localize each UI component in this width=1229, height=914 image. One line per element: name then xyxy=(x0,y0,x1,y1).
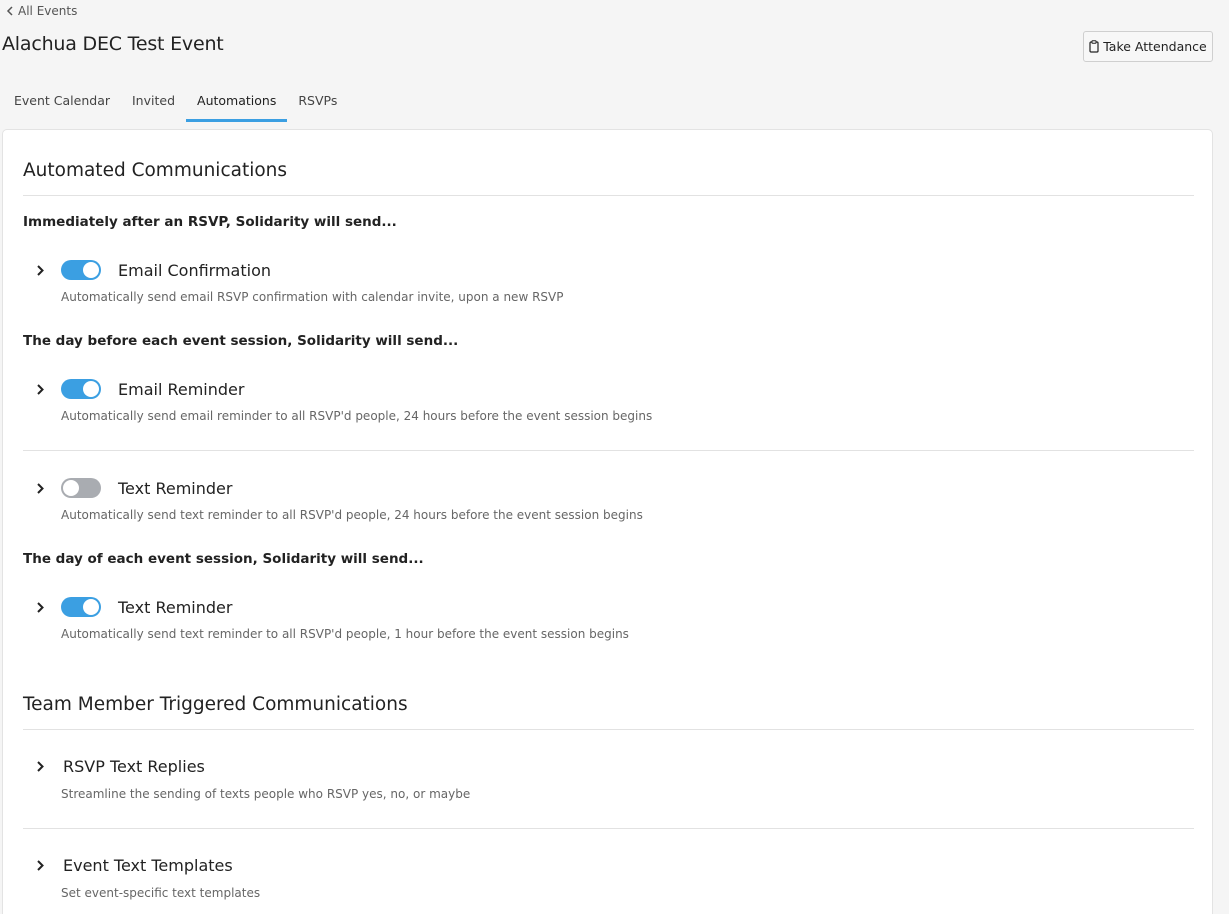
automation-item-title: Email Reminder xyxy=(118,379,245,399)
take-attendance-button[interactable]: Take Attendance xyxy=(1083,31,1213,62)
automation-item-title: Text Reminder xyxy=(118,597,233,617)
chevron-right-icon[interactable] xyxy=(33,858,47,872)
group-label-day-before: The day before each event session, Solid… xyxy=(23,333,459,349)
group-label-day-of: The day of each event session, Solidarit… xyxy=(23,551,424,567)
automation-item-title: Email Confirmation xyxy=(118,260,271,280)
clipboard-icon xyxy=(1089,40,1099,53)
triggered-item-title: Event Text Templates xyxy=(63,855,233,875)
tab-event-calendar[interactable]: Event Calendar xyxy=(3,86,121,122)
tab-automations[interactable]: Automations xyxy=(186,86,288,122)
automations-card: Automated Communications Immediately aft… xyxy=(2,129,1213,914)
back-link-label: All Events xyxy=(18,4,78,18)
triggered-item-description: Streamline the sending of texts people w… xyxy=(61,787,471,801)
automation-item-text-reminder-1h: Text Reminder xyxy=(33,596,1133,618)
automation-item-email-reminder: Email Reminder xyxy=(33,378,1133,400)
automation-item-title: Text Reminder xyxy=(118,478,233,498)
section-divider xyxy=(23,729,1194,730)
triggered-item-description: Set event-specific text templates xyxy=(61,886,261,900)
chevron-right-icon[interactable] xyxy=(33,382,47,396)
chevron-right-icon[interactable] xyxy=(33,759,47,773)
chevron-right-icon[interactable] xyxy=(33,600,47,614)
automation-item-description: Automatically send email RSVP confirmati… xyxy=(61,290,564,304)
item-divider xyxy=(23,450,1194,451)
chevron-right-icon[interactable] xyxy=(33,481,47,495)
automation-item-description: Automatically send email reminder to all… xyxy=(61,409,653,423)
chevron-left-icon xyxy=(6,6,13,16)
page-title: Alachua DEC Test Event xyxy=(2,33,224,55)
tab-invited[interactable]: Invited xyxy=(121,86,186,122)
automation-item-description: Automatically send text reminder to all … xyxy=(61,508,643,522)
triggered-item-title: RSVP Text Replies xyxy=(63,756,205,776)
automation-item-text-reminder-24h: Text Reminder xyxy=(33,477,1133,499)
automation-item-description: Automatically send text reminder to all … xyxy=(61,627,629,641)
text-reminder-1h-toggle[interactable] xyxy=(61,597,101,617)
triggered-communications-title: Team Member Triggered Communications xyxy=(23,694,408,715)
tab-rsvps[interactable]: RSVPs xyxy=(287,86,348,122)
email-reminder-toggle[interactable] xyxy=(61,379,101,399)
tab-bar: Event Calendar Invited Automations RSVPs xyxy=(3,86,348,122)
triggered-item-event-text-templates: Event Text Templates xyxy=(33,854,1133,876)
take-attendance-label: Take Attendance xyxy=(1103,39,1207,54)
automated-communications-title: Automated Communications xyxy=(23,160,288,181)
text-reminder-24h-toggle[interactable] xyxy=(61,478,101,498)
email-confirmation-toggle[interactable] xyxy=(61,260,101,280)
chevron-right-icon[interactable] xyxy=(33,263,47,277)
triggered-item-rsvp-text-replies: RSVP Text Replies xyxy=(33,755,1133,777)
group-label-after-rsvp: Immediately after an RSVP, Solidarity wi… xyxy=(23,214,397,230)
section-divider xyxy=(23,195,1194,196)
item-divider xyxy=(23,828,1194,829)
automation-item-email-confirmation: Email Confirmation xyxy=(33,259,1133,281)
back-link-all-events[interactable]: All Events xyxy=(6,4,77,18)
